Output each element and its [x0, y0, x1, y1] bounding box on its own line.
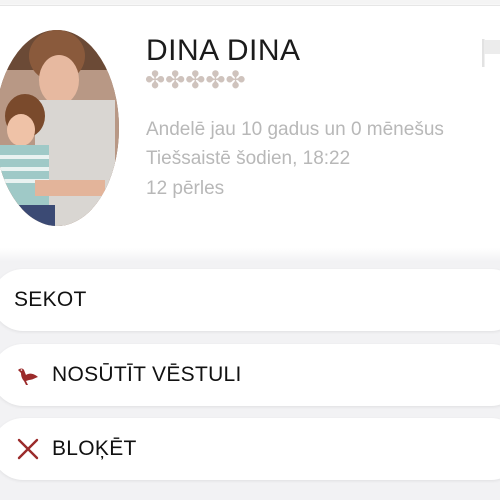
close-icon — [16, 437, 40, 461]
pigeon-icon — [16, 363, 40, 387]
send-message-button[interactable]: NOSŪTĪT VĒSTULI — [0, 344, 500, 406]
send-message-label: NOSŪTĪT VĒSTULI — [52, 363, 242, 386]
avatar-photo — [0, 30, 119, 226]
member-since-text: Andelē jau 10 gadus un 0 mēnešus — [146, 119, 444, 140]
pearls-count-text: 12 pērles — [146, 178, 225, 199]
block-label: BLOĶĒT — [52, 437, 137, 460]
block-button[interactable]: BLOĶĒT — [0, 418, 500, 480]
avatar[interactable] — [0, 30, 119, 226]
profile-page: DINA DINA ✤✤✤✤✤ Andelē jau 10 gadus un 0… — [0, 0, 500, 500]
follow-button[interactable]: SEKOT — [0, 269, 500, 331]
flag-icon[interactable] — [480, 38, 500, 68]
rating-stars: ✤✤✤✤✤ — [145, 67, 246, 94]
top-divider — [0, 5, 500, 6]
follow-button-label: SEKOT — [14, 288, 87, 311]
last-online-text: Tiešsaistē šodien, 18:22 — [146, 148, 351, 169]
profile-name: DINA DINA — [146, 34, 301, 67]
